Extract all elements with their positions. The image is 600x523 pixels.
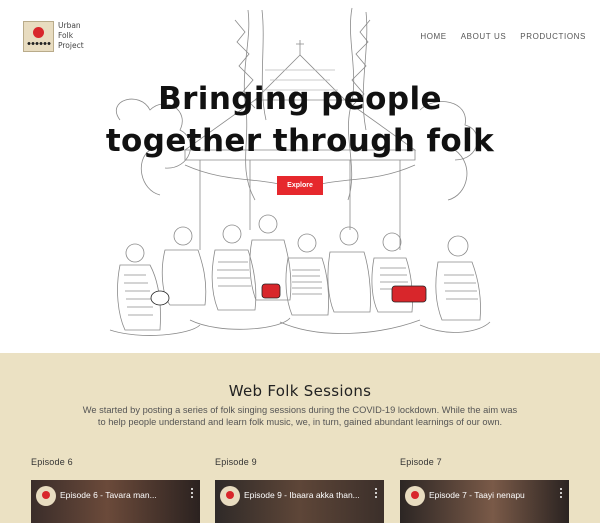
channel-avatar-icon (405, 486, 425, 506)
episode-label: Episode 9 (215, 457, 257, 467)
sessions-heading: Web Folk Sessions (228, 382, 372, 400)
logo-line: Folk (58, 31, 74, 40)
channel-avatar-icon (36, 486, 56, 506)
channel-avatar-icon (220, 486, 240, 506)
site-logo[interactable]: Urban Folk Project (23, 21, 84, 52)
video-title: Episode 7 - Taayi nenapu (429, 490, 525, 500)
episode-label: Episode 7 (400, 457, 442, 467)
more-options-icon[interactable] (375, 488, 378, 500)
video-title: Episode 9 - Ibaara akka than... (244, 490, 360, 500)
video-embed-episode-7[interactable]: Episode 7 - Taayi nenapu (400, 480, 569, 523)
hero-title-line-1: Bringing people (158, 81, 442, 117)
logo-line: Project (58, 41, 84, 50)
logo-wordmark: Urban Folk Project (58, 21, 84, 51)
episode-label: Episode 6 (31, 457, 73, 467)
sessions-intro: We started by posting a series of folk s… (82, 405, 518, 427)
video-embed-episode-6[interactable]: Episode 6 - Tavara man... (31, 480, 200, 523)
logo-mark-icon (23, 21, 54, 52)
main-nav: HOME ABOUT US PRODUCTIONS (420, 32, 586, 41)
more-options-icon[interactable] (191, 488, 194, 500)
hero-title: Bringing people together through folk (0, 78, 600, 162)
more-options-icon[interactable] (560, 488, 563, 500)
explore-button[interactable]: Explore (277, 176, 323, 195)
nav-home[interactable]: HOME (420, 32, 446, 41)
video-embed-episode-9[interactable]: Episode 9 - Ibaara akka than... (215, 480, 384, 523)
site-header: Urban Folk Project HOME ABOUT US PRODUCT… (0, 0, 600, 70)
nav-about-us[interactable]: ABOUT US (461, 32, 507, 41)
web-folk-sessions-section: Web Folk Sessions We started by posting … (0, 353, 600, 523)
logo-line: Urban (58, 21, 81, 30)
video-title: Episode 6 - Tavara man... (60, 490, 157, 500)
hero-title-line-2: together through folk (105, 123, 495, 159)
nav-productions[interactable]: PRODUCTIONS (520, 32, 586, 41)
